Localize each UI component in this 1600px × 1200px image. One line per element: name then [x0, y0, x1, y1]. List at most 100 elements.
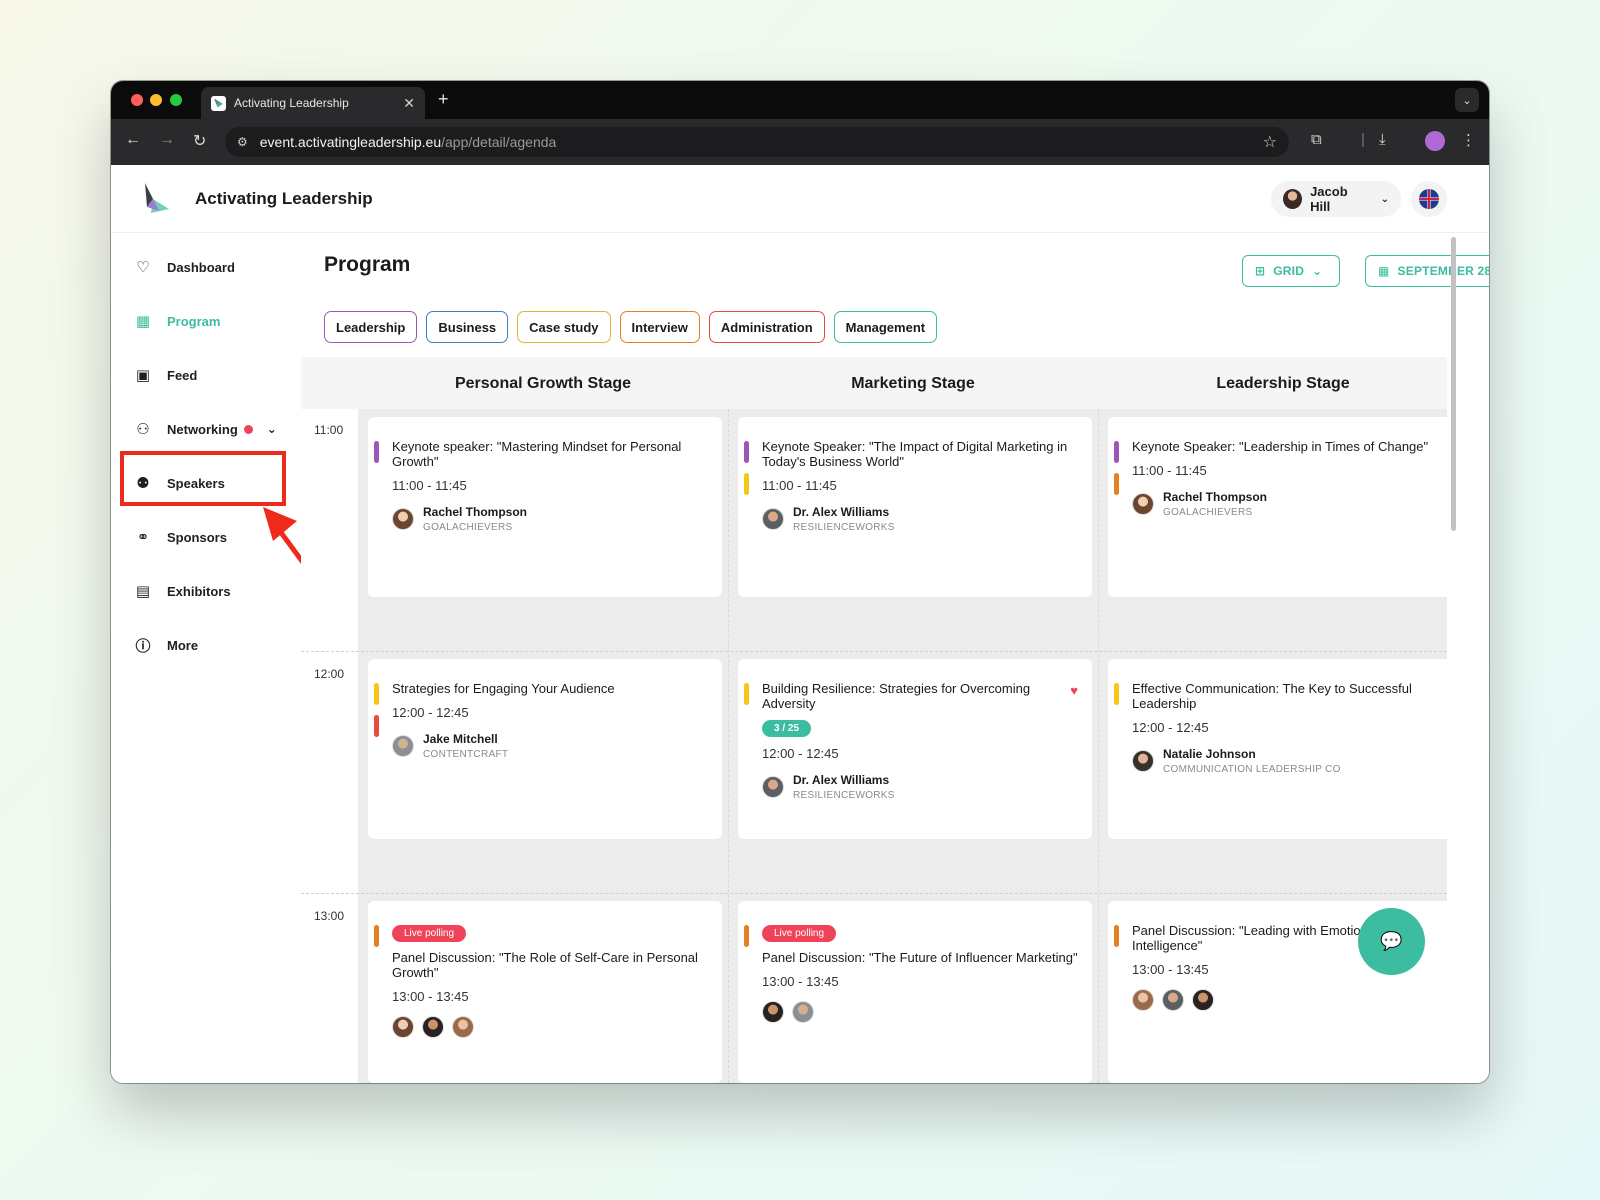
session-time: 12:00 - 12:45	[762, 746, 839, 761]
toolbar-divider: |	[1361, 131, 1365, 148]
user-menu[interactable]: Jacob Hill ⌄	[1271, 181, 1401, 217]
session-time: 12:00 - 12:45	[392, 705, 469, 720]
new-tab-icon[interactable]: +	[438, 89, 449, 110]
speaker-name: Natalie Johnson	[1163, 747, 1256, 761]
speaker[interactable]: Dr. Alex Williams RESILIENCEWORKS	[762, 773, 1078, 801]
session-card[interactable]: Strategies for Engaging Your Audience 12…	[368, 659, 722, 839]
sidebar-item-feed[interactable]: ▣ Feed	[133, 361, 293, 389]
extensions-icon[interactable]: ⧉	[1311, 131, 1322, 148]
session-card[interactable]: Effective Communication: The Key to Succ…	[1108, 659, 1462, 839]
chip-administration[interactable]: Administration	[708, 311, 825, 343]
session-card[interactable]: Live polling Panel Discussion: "The Role…	[368, 901, 722, 1083]
app-header: Activating Leadership Jacob Hill ⌄	[111, 165, 1489, 233]
speaker[interactable]: Rachel Thompson GOALACHIEVERS	[392, 505, 708, 533]
speaker-avatar[interactable]	[792, 1001, 814, 1023]
session-time: 11:00 - 11:45	[762, 478, 837, 493]
user-name: Jacob Hill	[1310, 184, 1348, 214]
session-title: Keynote speaker: "Mastering Mindset for …	[392, 439, 682, 469]
minimize-window-button[interactable]	[150, 94, 162, 106]
session-title: Keynote Speaker: "Leadership in Times of…	[1132, 439, 1429, 454]
scrollbar-thumb[interactable]	[1451, 237, 1456, 531]
stage-header-row: Personal Growth Stage Marketing Stage Le…	[301, 357, 1447, 409]
chip-business[interactable]: Business	[426, 311, 509, 343]
stage-title: Personal Growth Stage	[454, 375, 632, 392]
live-polling-badge: Live polling	[392, 925, 467, 942]
page-title: Program	[324, 253, 411, 276]
language-switcher[interactable]	[1411, 181, 1447, 217]
time-label: 13:00	[314, 909, 345, 923]
reload-icon[interactable]: ↻	[193, 131, 206, 151]
sidebar-item-program[interactable]: ▦ Program	[133, 307, 293, 335]
close-window-button[interactable]	[131, 94, 143, 106]
live-polling-badge: Live polling	[762, 925, 837, 942]
speaker-avatar[interactable]	[422, 1016, 444, 1038]
sidebar-item-label: Program	[167, 313, 221, 329]
calendar-icon: ▦	[135, 313, 151, 330]
chip-interview[interactable]: Interview	[619, 311, 700, 343]
view-toggle-button[interactable]: ⊞ GRID ⌄	[1242, 255, 1340, 287]
maximize-window-button[interactable]	[170, 94, 182, 106]
session-card[interactable]: Live polling Panel Discussion: "The Futu…	[738, 901, 1092, 1083]
speaker-org: GOALACHIEVERS	[423, 522, 513, 533]
speaker-avatar[interactable]	[1162, 989, 1184, 1011]
browser-profile-avatar[interactable]	[1425, 131, 1445, 151]
heart-outline-icon: ♡	[136, 259, 150, 276]
tab-search-chevron-icon[interactable]: ⌄	[1455, 88, 1479, 112]
browser-window: Activating Leadership ✕ + ⌄ ← → ↻ ⚙ even…	[111, 81, 1489, 1083]
session-card[interactable]: Keynote speaker: "Mastering Mindset for …	[368, 417, 722, 597]
browser-menu-icon[interactable]: ⋮	[1461, 131, 1476, 149]
sidebar-item-dashboard[interactable]: ♡ Dashboard	[133, 253, 293, 281]
chevron-down-icon[interactable]: ⌄	[267, 422, 277, 436]
bookmark-star-icon[interactable]: ☆	[1263, 132, 1277, 152]
session-card[interactable]: ♥ Building Resilience: Strategies for Ov…	[738, 659, 1092, 839]
image-icon: ▣	[135, 367, 151, 384]
speaker-avatar[interactable]	[452, 1016, 474, 1038]
browser-tab[interactable]: Activating Leadership ✕	[201, 87, 425, 119]
session-title: Panel Discussion: "The Future of Influen…	[762, 950, 1078, 965]
favorite-heart-icon[interactable]: ♥	[1070, 683, 1078, 698]
tag-color-bar	[1114, 683, 1119, 705]
back-arrow-icon[interactable]: ←	[125, 131, 141, 149]
tag-color-bar	[1114, 441, 1119, 463]
address-bar[interactable]: ⚙ event.activatingleadership.eu/app/deta…	[225, 127, 1289, 157]
speaker-avatar[interactable]	[762, 1001, 784, 1023]
speaker[interactable]: Dr. Alex Williams RESILIENCEWORKS	[762, 505, 1078, 533]
speaker-avatars	[762, 1001, 1078, 1023]
speaker[interactable]: Natalie Johnson COMMUNICATION LEADERSHIP…	[1132, 747, 1448, 775]
site-settings-icon[interactable]: ⚙	[237, 135, 248, 149]
tab-close-icon[interactable]: ✕	[403, 95, 415, 112]
speaker[interactable]: Rachel Thompson GOALACHIEVERS	[1132, 490, 1448, 518]
download-icon[interactable]: ⤓	[1379, 131, 1386, 148]
sidebar-item-label: Exhibitors	[167, 583, 231, 599]
sidebar: ♡ Dashboard ▦ Program ▣ Feed ⚇ Networkin…	[111, 233, 301, 1083]
session-title: Building Resilience: Strategies for Over…	[762, 681, 1031, 711]
speaker-avatar	[1132, 750, 1154, 772]
speaker-avatar[interactable]	[1132, 989, 1154, 1011]
session-card[interactable]: Keynote Speaker: "Leadership in Times of…	[1108, 417, 1462, 597]
agenda-grid: Personal Growth Stage Marketing Stage Le…	[301, 357, 1462, 1083]
speaker-avatar[interactable]	[392, 1016, 414, 1038]
chevron-down-icon: ⌄	[1380, 193, 1389, 205]
sidebar-item-networking[interactable]: ⚇ Networking ⌄	[133, 415, 293, 443]
app-logo[interactable]	[139, 181, 171, 215]
speaker-avatar[interactable]	[1192, 989, 1214, 1011]
speaker[interactable]: Jake Mitchell CONTENTCRAFT	[392, 732, 708, 760]
chat-button[interactable]: 💬	[1358, 908, 1425, 975]
session-card[interactable]: Keynote Speaker: "The Impact of Digital …	[738, 417, 1092, 597]
hour-divider	[301, 651, 1447, 652]
speaker-avatar	[762, 508, 784, 530]
date-label: SEPTEMBER 28, 2024	[1397, 264, 1489, 278]
column-divider	[728, 409, 729, 1083]
chip-case-study[interactable]: Case study	[517, 311, 611, 343]
app: Activating Leadership Jacob Hill ⌄ ♡ Das…	[111, 165, 1489, 1083]
speaker-name: Rachel Thompson	[423, 505, 528, 519]
tab-bar: Activating Leadership ✕ + ⌄	[111, 81, 1489, 119]
chip-leadership[interactable]: Leadership	[324, 311, 418, 343]
date-picker-button[interactable]: ▦ SEPTEMBER 28, 2024 ⌄	[1365, 255, 1489, 287]
tag-color-bar	[1114, 925, 1119, 947]
chevron-down-icon: ⌄	[1312, 264, 1323, 278]
sidebar-item-label: Networking	[167, 421, 238, 437]
chip-management[interactable]: Management	[833, 311, 938, 343]
forward-arrow-icon[interactable]: →	[159, 131, 175, 149]
speaker-avatars	[1132, 989, 1448, 1011]
